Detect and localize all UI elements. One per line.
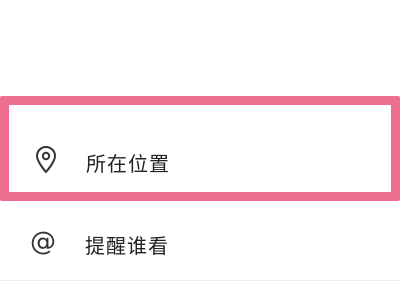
at-icon: @ — [30, 227, 56, 257]
post-options-list: 所在位置 @ 提醒谁看 — [0, 96, 400, 281]
location-pin-icon — [31, 145, 61, 175]
menu-item-remind[interactable]: @ 提醒谁看 — [0, 201, 400, 281]
divider — [0, 280, 400, 281]
menu-item-location[interactable]: 所在位置 — [0, 96, 400, 201]
menu-item-location-label: 所在位置 — [86, 152, 170, 176]
post-options-screen: 所在位置 @ 提醒谁看 — [0, 0, 400, 300]
menu-item-remind-label: 提醒谁看 — [85, 234, 169, 258]
